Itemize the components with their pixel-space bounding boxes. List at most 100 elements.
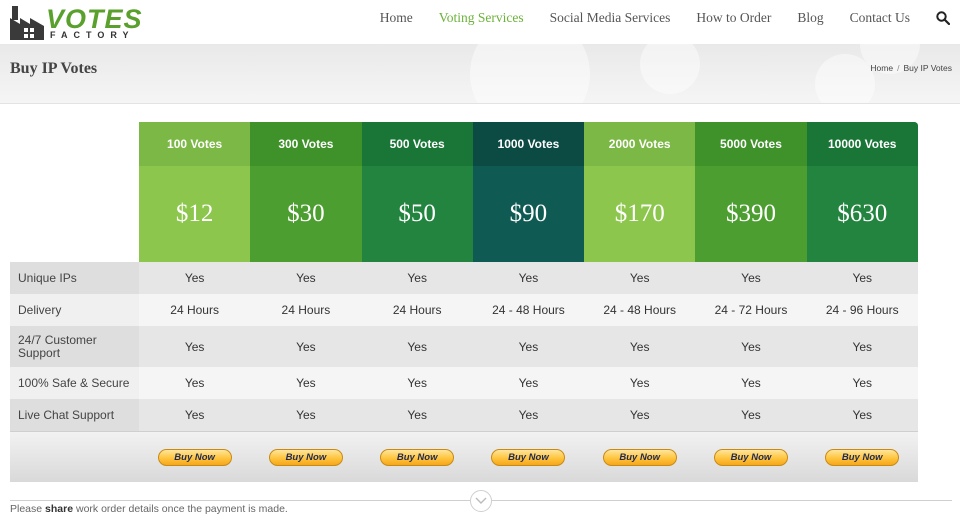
payment-note: Please share work order details once the… [10, 503, 288, 515]
feature-value: Yes [472, 367, 585, 399]
feature-value: Yes [584, 326, 696, 367]
feature-value: Yes [584, 367, 696, 399]
feature-value: Yes [472, 326, 585, 367]
buy-cell: Buy Now [362, 432, 473, 482]
breadcrumb-separator: / [897, 63, 900, 73]
feature-value: 24 Hours [361, 294, 473, 326]
chevron-down-icon [475, 497, 487, 504]
plan-name: 300 Votes [250, 122, 362, 166]
buy-now-button[interactable]: Buy Now [380, 448, 455, 466]
feature-value: Yes [361, 326, 473, 367]
nav-contact-us[interactable]: Contact Us [850, 10, 910, 26]
site-logo[interactable]: VOTES FACTORY [10, 2, 143, 40]
nav-voting-services[interactable]: Voting Services [439, 10, 524, 26]
nav-social-media-services[interactable]: Social Media Services [550, 10, 671, 26]
feature-value: Yes [472, 262, 585, 294]
plan-name: 100 Votes [139, 122, 251, 166]
site-header: VOTES FACTORY Home Voting Services Socia… [0, 0, 960, 44]
feature-label: Live Chat Support [10, 399, 139, 431]
feature-value: Yes [250, 262, 362, 294]
feature-value: 24 - 48 Hours [472, 294, 585, 326]
pricing-table: 100 Votes $12 300 Votes $30 500 Votes $50 1… [10, 122, 918, 482]
buy-cell: Buy Now [139, 432, 250, 482]
buy-now-button[interactable]: Buy Now [602, 448, 677, 466]
feature-value: 24 Hours [250, 294, 362, 326]
feature-row: Unique IPs Yes Yes Yes Yes Yes Yes Yes [10, 262, 918, 294]
buy-row-spacer [10, 432, 139, 482]
feature-value: Yes [806, 367, 918, 399]
feature-row: 100% Safe & Secure Yes Yes Yes Yes Yes Yes Yes [10, 367, 918, 399]
plan-name: 5000 Votes [695, 122, 807, 166]
feature-value: Yes [472, 399, 585, 431]
breadcrumb-current: Buy IP Votes [903, 63, 952, 73]
buy-cell: Buy Now [473, 432, 584, 482]
feature-label: 100% Safe & Secure [10, 367, 139, 399]
buy-now-button[interactable]: Buy Now [268, 448, 343, 466]
feature-row: Delivery 24 Hours 24 Hours 24 Hours 24 - 48 … [10, 294, 918, 326]
buy-cell: Buy Now [250, 432, 361, 482]
feature-value: 24 - 72 Hours [695, 294, 807, 326]
note-text-end: work order details once the payment is m… [75, 503, 288, 515]
breadcrumb: Home / Buy IP Votes [870, 63, 952, 73]
plan-column: 1000 Votes $90 [472, 122, 585, 262]
buy-row: Buy Now Buy Now Buy Now Buy Now Buy Now Buy N… [10, 431, 918, 482]
plan-price: $390 [725, 200, 776, 227]
feature-value: Yes [695, 399, 807, 431]
note-text-start: Please [10, 503, 43, 515]
plan-name: 10000 Votes [806, 122, 918, 166]
page-title: Buy IP Votes [10, 60, 98, 77]
plan-price: $90 [509, 200, 548, 227]
nav-how-to-order[interactable]: How to Order [696, 10, 771, 26]
buy-cell: Buy Now [807, 432, 918, 482]
feature-value: Yes [250, 399, 362, 431]
plan-name: 1000 Votes [472, 122, 585, 166]
feature-value: Yes [250, 367, 362, 399]
buy-now-button[interactable]: Buy Now [713, 448, 788, 466]
feature-value: Yes [361, 262, 473, 294]
nav-blog[interactable]: Blog [797, 10, 823, 26]
plan-column: 10000 Votes $630 [806, 122, 918, 262]
feature-value: Yes [806, 399, 918, 431]
feature-row: Live Chat Support Yes Yes Yes Yes Yes Yes Yes [10, 399, 918, 431]
main-nav: Home Voting Services Social Media Servic… [354, 0, 950, 36]
logo-subtitle: FACTORY [50, 30, 135, 40]
feature-value: Yes [250, 326, 362, 367]
plan-column: 5000 Votes $390 [695, 122, 807, 262]
feature-label: 24/7 Customer Support [10, 326, 139, 367]
factory-logo-icon [10, 6, 44, 40]
feature-value: 24 - 96 Hours [806, 294, 918, 326]
buy-cell: Buy Now [695, 432, 806, 482]
buy-now-button[interactable]: Buy Now [825, 448, 900, 466]
banner-decoration [640, 44, 700, 94]
buy-cell: Buy Now [584, 432, 695, 482]
banner-decoration [470, 44, 590, 103]
feature-value: Yes [361, 399, 473, 431]
feature-value: 24 Hours [139, 294, 251, 326]
plan-price: $30 [287, 200, 325, 227]
feature-row: 24/7 Customer Support Yes Yes Yes Yes Yes Yes Y… [10, 326, 918, 367]
feature-value: Yes [584, 399, 696, 431]
feature-value: 24 - 48 Hours [584, 294, 696, 326]
feature-value: Yes [139, 262, 251, 294]
search-icon[interactable] [936, 11, 950, 25]
plan-header-row: 100 Votes $12 300 Votes $30 500 Votes $50 1… [10, 122, 918, 262]
plan-column: 2000 Votes $170 [584, 122, 696, 262]
buy-now-button[interactable]: Buy Now [157, 448, 232, 466]
logo-wordmark: VOTES [46, 4, 143, 34]
plan-price: $50 [398, 200, 436, 227]
nav-home[interactable]: Home [380, 10, 413, 26]
breadcrumb-home[interactable]: Home [870, 63, 893, 73]
feature-value: Yes [584, 262, 696, 294]
feature-value: Yes [361, 367, 473, 399]
plan-column: 500 Votes $50 [361, 122, 473, 262]
plan-column: 100 Votes $12 [139, 122, 251, 262]
page-banner: Buy IP Votes Home / Buy IP Votes [0, 44, 960, 104]
feature-label: Unique IPs [10, 262, 139, 294]
feature-label: Delivery [10, 294, 139, 326]
note-share-word: share [45, 503, 74, 515]
scroll-down-icon[interactable] [470, 490, 492, 512]
feature-value: Yes [139, 399, 251, 431]
plan-price: $170 [614, 200, 665, 227]
buy-now-button[interactable]: Buy Now [491, 448, 566, 466]
feature-value: Yes [695, 326, 807, 367]
